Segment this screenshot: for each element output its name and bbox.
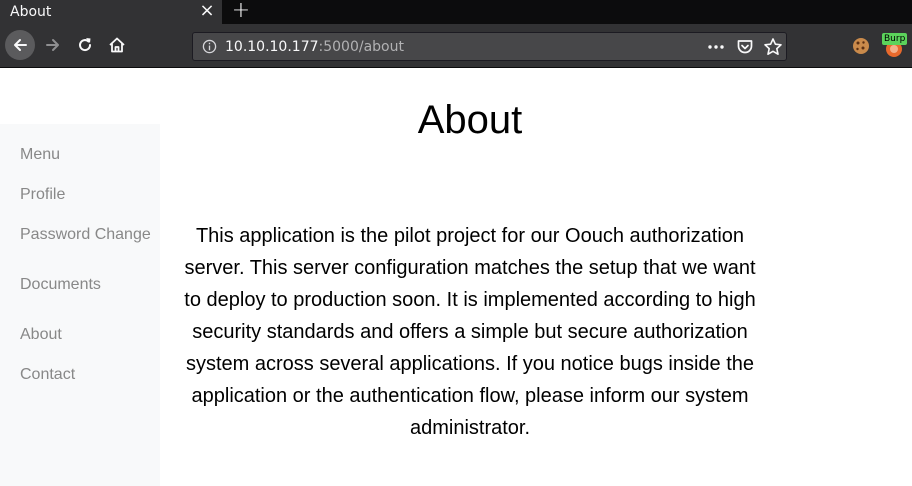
- tab-bar: About × +: [0, 0, 912, 24]
- info-icon[interactable]: [202, 39, 217, 54]
- url-bar[interactable]: 10.10.10.177:5000/about: [192, 32, 787, 61]
- about-text: This application is the pilot project fo…: [184, 225, 756, 439]
- sidebar: Menu Profile Password Change Documents A…: [0, 124, 160, 486]
- new-tab-button[interactable]: +: [228, 0, 254, 24]
- sidebar-item-menu[interactable]: Menu: [20, 145, 60, 165]
- url-host: 10.10.10.177: [225, 39, 319, 55]
- back-arrow-icon: [14, 39, 27, 51]
- url-text[interactable]: 10.10.10.177:5000/about: [225, 38, 404, 56]
- tab-close-button[interactable]: ×: [196, 0, 218, 24]
- burp-badge: Burp: [882, 33, 908, 45]
- sidebar-item-password-change[interactable]: Password Change: [20, 225, 151, 245]
- tab-about[interactable]: About ×: [0, 0, 222, 24]
- pocket-icon[interactable]: [736, 38, 754, 56]
- cookie-extension-icon[interactable]: [851, 36, 871, 56]
- reload-icon: [79, 38, 92, 52]
- forward-button[interactable]: [38, 30, 68, 60]
- sidebar-item-contact[interactable]: Contact: [20, 365, 75, 385]
- forward-arrow-icon: [46, 39, 59, 51]
- navigation-toolbar: 10.10.10.177:5000/about Burp: [0, 24, 912, 68]
- url-path: :5000/about: [318, 39, 404, 55]
- tab-title: About: [10, 4, 52, 20]
- more-dots-icon[interactable]: [707, 38, 725, 56]
- sidebar-item-documents[interactable]: Documents: [20, 275, 101, 295]
- reload-button[interactable]: [70, 30, 100, 60]
- home-icon: [109, 37, 125, 53]
- home-button[interactable]: [102, 30, 132, 60]
- sidebar-item-profile[interactable]: Profile: [20, 185, 65, 205]
- web-page: About Menu Profile Password Change Docum…: [0, 69, 912, 486]
- sidebar-item-about[interactable]: About: [20, 325, 62, 345]
- back-button[interactable]: [5, 30, 35, 60]
- star-icon[interactable]: [763, 37, 783, 57]
